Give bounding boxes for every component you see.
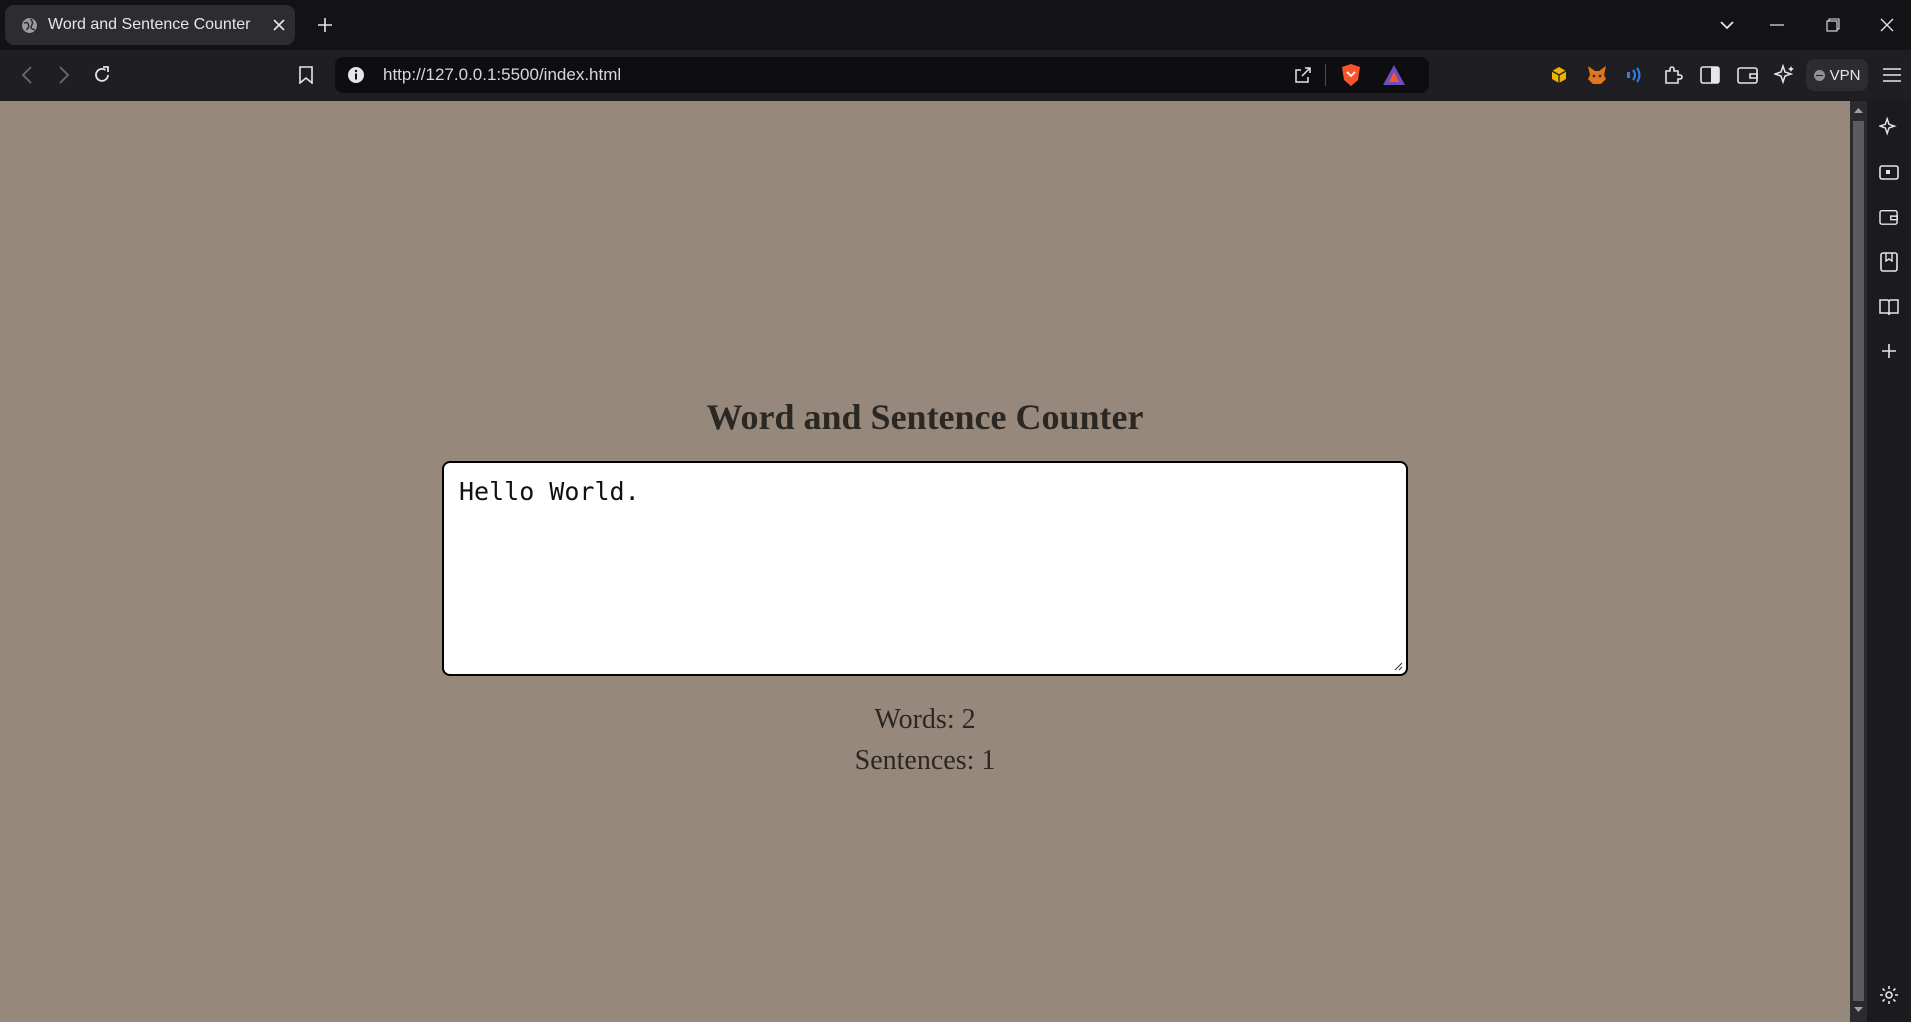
new-tab-button[interactable] <box>312 12 338 38</box>
plus-icon <box>318 18 332 32</box>
bookmark-icon <box>299 66 313 84</box>
textarea-value: Hello World. <box>459 477 640 506</box>
page-scrollbar[interactable] <box>1850 101 1867 1022</box>
plus-icon[interactable] <box>1881 343 1897 359</box>
text-input-area[interactable]: Hello World. <box>442 461 1408 676</box>
bookmark-button[interactable] <box>293 62 319 88</box>
browser-toolbar: http://127.0.0.1:5500/index.html VPN <box>0 50 1911 100</box>
metamask-fox-icon[interactable] <box>1586 65 1608 85</box>
tab-close-button[interactable] <box>268 14 290 36</box>
brave-rewards-icon[interactable] <box>1382 64 1406 86</box>
vpn-label: VPN <box>1829 66 1861 84</box>
page-title: Word and Sentence Counter <box>706 397 1144 437</box>
extensions-puzzle-icon[interactable] <box>1662 64 1684 86</box>
page-viewport: Word and Sentence Counter Hello World. W… <box>0 101 1850 1022</box>
leo-ai-icon[interactable] <box>1879 117 1899 137</box>
video-call-icon[interactable] <box>1879 163 1899 181</box>
browser-sidebar <box>1867 101 1911 1022</box>
restore-button[interactable] <box>1820 12 1846 38</box>
globe-icon <box>22 18 37 33</box>
minimize-button[interactable] <box>1764 12 1790 38</box>
divider <box>1325 64 1326 86</box>
brave-shields-icon[interactable] <box>1340 63 1362 87</box>
restore-icon <box>1826 18 1840 32</box>
browser-tab[interactable]: Word and Sentence Counter <box>5 5 295 45</box>
sidebar-toggle-icon[interactable] <box>1700 65 1720 85</box>
tab-title: Word and Sentence Counter <box>48 16 251 33</box>
bookmarks-icon[interactable] <box>1879 252 1899 272</box>
vpn-status-icon <box>1813 69 1825 81</box>
menu-icon[interactable] <box>1882 67 1902 83</box>
arrow-left-icon <box>21 66 32 84</box>
tab-search-button[interactable] <box>1714 12 1740 38</box>
sentences-count: Sentences: 1 <box>854 745 996 776</box>
minimize-icon <box>1770 24 1784 26</box>
audio-wave-icon[interactable] <box>1625 65 1645 85</box>
info-icon <box>348 67 364 83</box>
leo-ai-icon[interactable] <box>1774 64 1796 86</box>
back-button[interactable] <box>14 62 40 88</box>
resize-handle-icon[interactable] <box>1393 661 1403 671</box>
close-icon <box>273 19 285 31</box>
share-icon[interactable] <box>1293 65 1313 85</box>
close-icon <box>1880 18 1894 32</box>
reload-icon <box>95 66 109 82</box>
extension-cube-icon[interactable] <box>1550 66 1568 84</box>
url-text: http://127.0.0.1:5500/index.html <box>383 65 622 84</box>
tab-strip: Word and Sentence Counter <box>0 0 1911 50</box>
close-window-button[interactable] <box>1874 12 1900 38</box>
vpn-button[interactable]: VPN <box>1806 59 1868 91</box>
wallet-icon[interactable] <box>1737 65 1759 85</box>
words-count: Words: 2 <box>874 704 976 735</box>
forward-button[interactable] <box>51 62 77 88</box>
address-bar[interactable]: http://127.0.0.1:5500/index.html <box>335 57 1429 93</box>
settings-gear-icon[interactable] <box>1879 985 1899 1005</box>
scroll-down-icon[interactable] <box>1853 1006 1864 1013</box>
scroll-up-icon[interactable] <box>1853 107 1864 114</box>
reading-list-icon[interactable] <box>1879 297 1899 317</box>
scrollbar-thumb[interactable] <box>1853 121 1864 1001</box>
arrow-right-icon <box>59 66 70 84</box>
wallet-icon[interactable] <box>1879 208 1899 226</box>
reload-button[interactable] <box>89 62 115 88</box>
chevron-down-icon <box>1720 21 1734 30</box>
